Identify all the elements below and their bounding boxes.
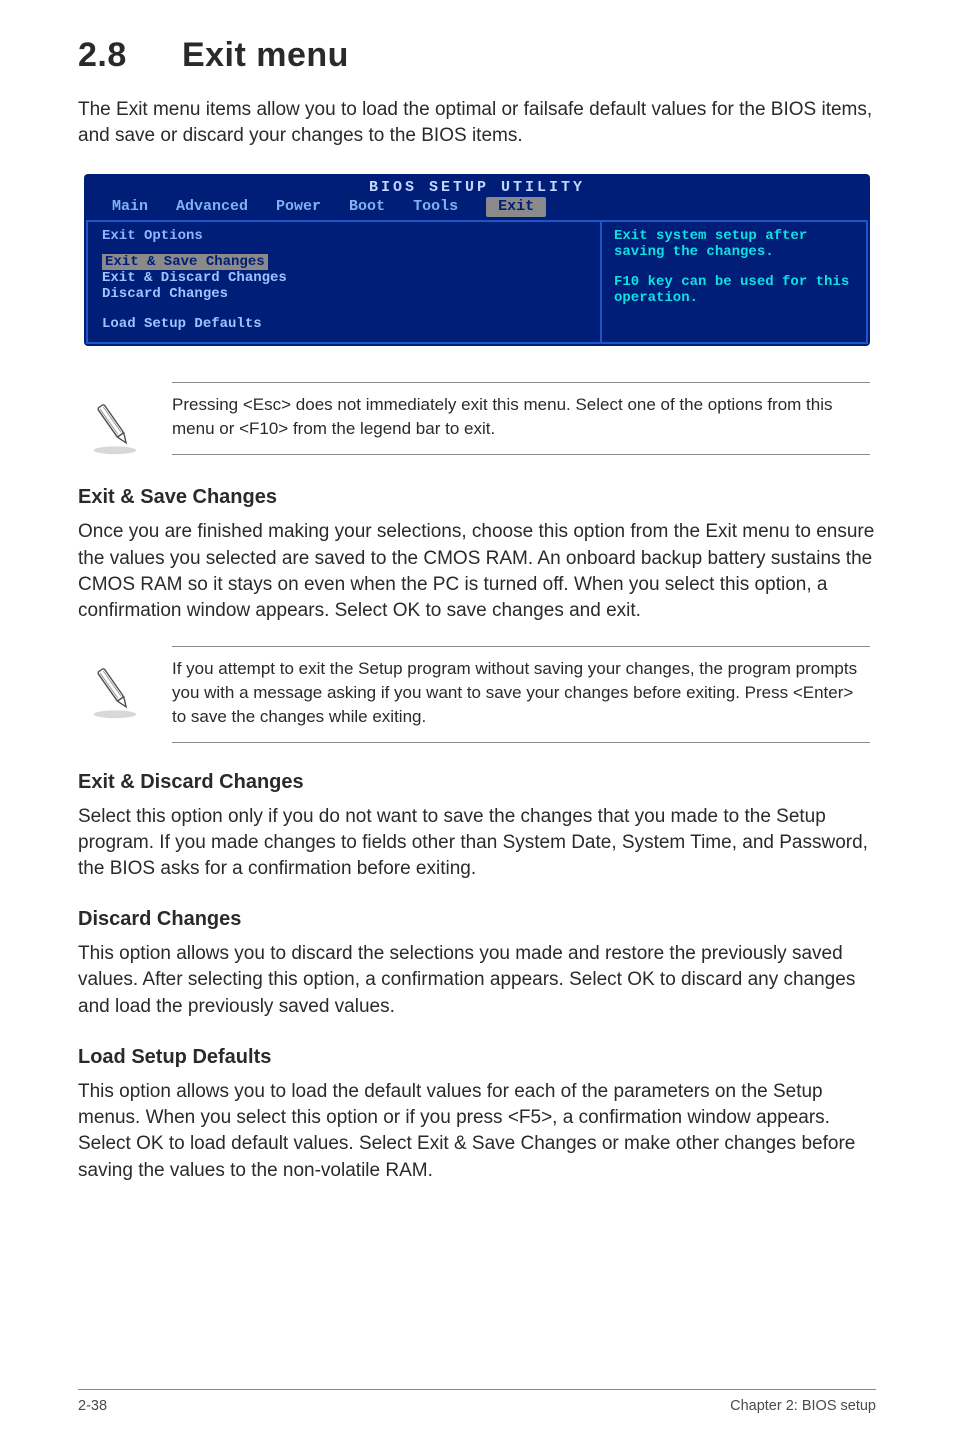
paragraph-load-defaults: This option allows you to load the defau…: [78, 1079, 876, 1184]
heading-discard: Discard Changes: [78, 908, 876, 931]
bios-item-exit-discard[interactable]: Exit & Discard Changes: [102, 270, 586, 286]
paragraph-discard: This option allows you to discard the se…: [78, 941, 876, 1020]
note-text-1: Pressing <Esc> does not immediately exit…: [172, 382, 870, 454]
heading-load-defaults: Load Setup Defaults: [78, 1046, 876, 1069]
page: 2.8 Exit menu The Exit menu items allow …: [0, 0, 954, 1438]
bios-title: BIOS SETUP UTILITY: [84, 176, 870, 197]
note-block-2: If you attempt to exit the Setup program…: [84, 646, 870, 742]
bios-help-line-1: Exit system setup after saving the chang…: [614, 228, 854, 260]
section-number: 2.8: [78, 36, 172, 75]
bios-tab-boot[interactable]: Boot: [349, 197, 413, 217]
pencil-icon: [84, 396, 146, 458]
intro-paragraph: The Exit menu items allow you to load th…: [78, 97, 876, 148]
bios-left-heading: Exit Options: [102, 228, 586, 244]
bios-item-discard[interactable]: Discard Changes: [102, 286, 586, 302]
bios-tab-tools[interactable]: Tools: [413, 197, 486, 217]
bios-tab-exit[interactable]: Exit: [486, 197, 546, 217]
bios-item-exit-save[interactable]: Exit & Save Changes: [102, 254, 268, 270]
heading-exit-save: Exit & Save Changes: [78, 486, 876, 509]
bios-body: Exit Options Exit & Save Changes Exit & …: [84, 218, 870, 346]
bios-tabs: Main Advanced Power Boot Tools Exit: [84, 197, 870, 217]
flex-spacer: [78, 1206, 876, 1359]
bios-left-pane: Exit Options Exit & Save Changes Exit & …: [86, 220, 600, 344]
heading-exit-discard: Exit & Discard Changes: [78, 771, 876, 794]
bios-tab-advanced[interactable]: Advanced: [176, 197, 276, 217]
section-title: Exit menu: [182, 36, 349, 74]
note-text-2: If you attempt to exit the Setup program…: [172, 646, 870, 742]
spacer: [102, 302, 586, 316]
bios-right-pane: Exit system setup after saving the chang…: [600, 220, 868, 344]
bios-item-load-defaults[interactable]: Load Setup Defaults: [102, 316, 586, 332]
bios-panel: BIOS SETUP UTILITY Main Advanced Power B…: [84, 174, 870, 346]
footer-chapter: Chapter 2: BIOS setup: [730, 1398, 876, 1414]
paragraph-exit-save: Once you are finished making your select…: [78, 519, 876, 624]
paragraph-exit-discard: Select this option only if you do not wa…: [78, 804, 876, 883]
bios-menubar: BIOS SETUP UTILITY Main Advanced Power B…: [84, 174, 870, 218]
pencil-icon: [84, 660, 146, 722]
page-footer: 2-38 Chapter 2: BIOS setup: [78, 1389, 876, 1414]
bios-tab-power[interactable]: Power: [276, 197, 349, 217]
footer-page-number: 2-38: [78, 1398, 107, 1414]
bios-help-line-2: F10 key can be used for this operation.: [614, 274, 854, 306]
bios-tab-main[interactable]: Main: [112, 197, 176, 217]
spacer: [614, 260, 854, 274]
note-block-1: Pressing <Esc> does not immediately exit…: [84, 382, 870, 458]
page-title: 2.8 Exit menu: [78, 36, 876, 75]
